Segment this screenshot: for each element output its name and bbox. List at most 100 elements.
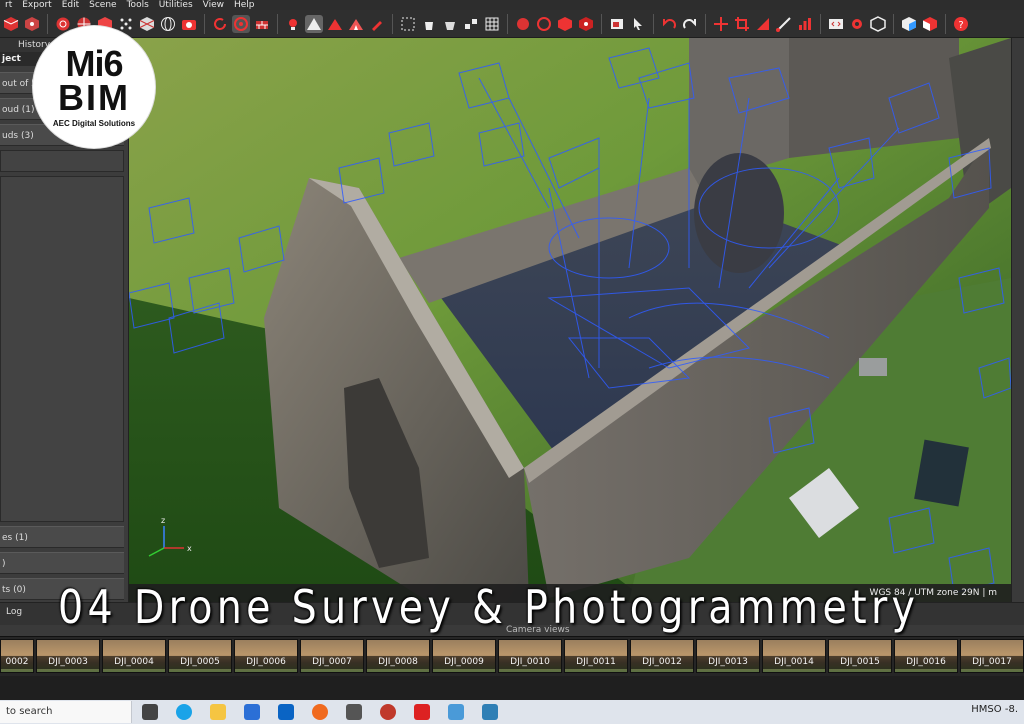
menu-scene[interactable]: Scene <box>84 0 121 10</box>
thumbnail-label: DJI_0017 <box>961 656 1023 669</box>
thumbnail[interactable]: DJI_0010 <box>498 639 562 673</box>
terrain-icon[interactable] <box>305 14 323 33</box>
numbered-app-icon[interactable] <box>482 704 498 720</box>
toolbar-separator <box>820 13 821 34</box>
menu-export[interactable]: Export <box>17 0 56 10</box>
thumbnail[interactable]: DJI_0016 <box>894 639 958 673</box>
cup-icon[interactable] <box>420 15 438 33</box>
crop-icon[interactable] <box>733 15 751 33</box>
toolbar-separator <box>893 13 894 34</box>
paint-app-icon[interactable] <box>380 704 396 720</box>
3d-viewport[interactable]: z x <box>129 38 1011 602</box>
thumbnail[interactable]: DJI_0009 <box>432 639 496 673</box>
undo-icon[interactable] <box>660 15 678 33</box>
thumbnail[interactable]: DJI_0008 <box>366 639 430 673</box>
menu-import[interactable]: rt <box>0 0 17 10</box>
thumbnail[interactable]: DJI_0006 <box>234 639 298 673</box>
thumbnail[interactable]: DJI_0004 <box>102 639 166 673</box>
mountain-alt-icon[interactable] <box>347 15 365 33</box>
code-icon[interactable] <box>827 15 845 33</box>
cube-red-icon[interactable] <box>2 15 20 33</box>
globe-icon[interactable] <box>159 15 177 33</box>
mesh-icon[interactable] <box>138 15 156 33</box>
select-icon[interactable] <box>399 15 417 33</box>
cube-points-icon[interactable] <box>23 15 41 33</box>
point-cloud-scene: z x <box>129 38 1011 602</box>
window-icon[interactable] <box>608 15 626 33</box>
light-icon[interactable] <box>284 15 302 33</box>
system-tray: HMSO -8. <box>971 704 1018 715</box>
thumbnail[interactable]: DJI_0014 <box>762 639 826 673</box>
logo-tagline: AEC Digital Solutions <box>52 119 136 128</box>
thumbnail[interactable]: DJI_0012 <box>630 639 694 673</box>
thumbnail[interactable]: DJI_0015 <box>828 639 892 673</box>
menu-tools[interactable]: Tools <box>122 0 154 10</box>
menu-bar: rt Export Edit Scene Tools Utilities Vie… <box>0 0 1024 10</box>
thumbnail[interactable]: DJI_0017 <box>960 639 1024 673</box>
measure-icon[interactable] <box>775 15 793 33</box>
move-icon[interactable] <box>712 15 730 33</box>
bar-chart-icon[interactable] <box>796 15 814 33</box>
cube-solid-icon[interactable] <box>556 15 574 33</box>
thumbnail-label: DJI_0015 <box>829 656 891 669</box>
properties-area <box>0 176 124 522</box>
thumbnail-label: 0002 <box>1 656 33 669</box>
bucket-icon[interactable] <box>441 15 459 33</box>
thumbnail[interactable]: DJI_0011 <box>564 639 628 673</box>
edge-icon[interactable] <box>176 704 192 720</box>
menu-utilities[interactable]: Utilities <box>154 0 198 10</box>
settings-icon[interactable] <box>848 15 866 33</box>
camera-icon[interactable] <box>180 15 198 33</box>
mi6-bim-logo: Mi6 BIM AEC Digital Solutions <box>33 26 155 148</box>
thumbnail[interactable]: DJI_0013 <box>696 639 760 673</box>
sphere-red-icon[interactable] <box>514 15 532 33</box>
file-explorer-icon[interactable] <box>210 704 226 720</box>
diamond-app-icon[interactable] <box>448 704 464 720</box>
store-icon[interactable] <box>244 704 260 720</box>
box-red-icon[interactable] <box>921 15 939 33</box>
menu-edit[interactable]: Edit <box>57 0 84 10</box>
axis-label-x: x <box>187 544 192 553</box>
tab-log[interactable]: Log <box>6 607 22 617</box>
rotate-icon[interactable] <box>211 15 229 33</box>
brush-icon[interactable] <box>368 15 386 33</box>
outlook-icon[interactable] <box>278 704 294 720</box>
active-app-icon[interactable] <box>414 704 430 720</box>
box-icon[interactable] <box>900 15 918 33</box>
sphere-wire-icon[interactable] <box>535 15 553 33</box>
hex-icon[interactable] <box>869 15 887 33</box>
tree-item-meshes[interactable]: es (1) <box>0 526 124 548</box>
target-icon[interactable] <box>232 14 250 33</box>
ruler-icon[interactable] <box>754 15 772 33</box>
thumbnail[interactable]: DJI_0003 <box>36 639 100 673</box>
tray-app-label[interactable]: HMSO <box>971 704 1001 715</box>
taskbar-search-input[interactable]: to search <box>0 701 132 723</box>
cube-star-icon[interactable] <box>577 15 595 33</box>
dots-icon[interactable] <box>117 15 135 33</box>
task-view-icon[interactable] <box>142 704 158 720</box>
right-panel-edge <box>1011 38 1024 602</box>
document-app-icon[interactable] <box>346 704 362 720</box>
toolbar-separator <box>392 13 393 34</box>
cursor-icon[interactable] <box>629 15 647 33</box>
toolbar-separator <box>204 13 205 34</box>
menu-help[interactable]: Help <box>229 0 260 10</box>
filmstrip-footer <box>0 676 1024 700</box>
mountain-icon[interactable] <box>326 15 344 33</box>
firefox-icon[interactable] <box>312 704 328 720</box>
help-icon[interactable]: ? <box>952 15 970 33</box>
toolbar-separator <box>277 13 278 34</box>
grid-icon[interactable] <box>483 15 501 33</box>
tree-item-blank <box>0 150 124 172</box>
brick-icon[interactable] <box>253 15 271 33</box>
thumbnail-label: DJI_0008 <box>367 656 429 669</box>
blocks-icon[interactable] <box>462 15 480 33</box>
tree-item-misc[interactable]: ) <box>0 552 124 574</box>
redo-icon[interactable] <box>681 15 699 33</box>
menu-view[interactable]: View <box>198 0 229 10</box>
svg-text:?: ? <box>958 20 963 31</box>
video-headline: 04 Drone Survey & Photogrammetry <box>58 580 920 634</box>
thumbnail[interactable]: DJI_0005 <box>168 639 232 673</box>
thumbnail[interactable]: DJI_0007 <box>300 639 364 673</box>
thumbnail[interactable]: 0002 <box>0 639 34 673</box>
